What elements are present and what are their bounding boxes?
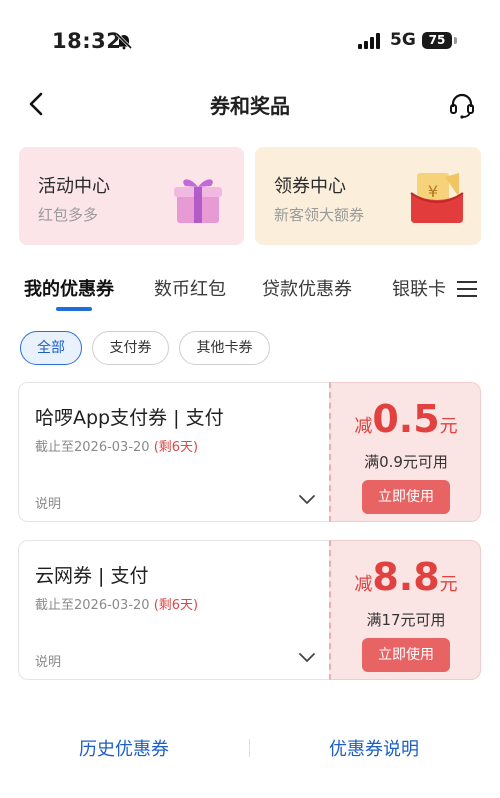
filter-all[interactable]: 全部	[20, 331, 82, 365]
coupon-amount-value: 8.8	[372, 555, 440, 599]
coupon-condition: 满0.9元可用	[364, 453, 448, 471]
activity-center-subtitle: 红包多多	[38, 206, 99, 224]
coupon-card: 云网券 | 支付 截止至2026-03-20 (剩6天) 说明 减8.8元 满1…	[18, 540, 481, 680]
svg-text:¥: ¥	[428, 182, 438, 201]
coupon-tabs: 我的优惠券 数币红包 贷款优惠券 银联卡	[0, 275, 500, 315]
footer-links: 历史优惠券 优惠券说明	[0, 725, 500, 769]
gift-icon	[174, 179, 222, 223]
red-envelope-icon: ¥	[410, 173, 464, 223]
coupon-amount-unit: 元	[439, 574, 458, 595]
coupon-center-card[interactable]: 领券中心 新客领大额券 ¥	[255, 147, 481, 245]
coupon-expiry-date: 截止至2026-03-20	[35, 598, 150, 613]
coupon-name: 哈啰App支付券 | 支付	[35, 407, 224, 429]
status-time: 18:32	[52, 29, 122, 53]
coupon-center-subtitle: 新客领大额券	[274, 206, 365, 224]
tab-digital-red-packets[interactable]: 数币红包	[154, 275, 226, 301]
customer-service-icon[interactable]	[448, 91, 476, 119]
status-bar: 18:32 5G 75	[0, 0, 500, 80]
history-coupons-link[interactable]: 历史优惠券	[24, 735, 224, 761]
footer-divider	[249, 739, 250, 757]
chevron-down-icon[interactable]	[298, 652, 316, 664]
coupon-remaining-days: (剩6天)	[153, 440, 199, 455]
page-title: 券和奖品	[210, 94, 290, 118]
battery-tip	[454, 37, 457, 44]
coupon-expiry: 截止至2026-03-20 (剩6天)	[35, 436, 198, 455]
activity-center-card[interactable]: 活动中心 红包多多	[19, 147, 244, 245]
tab-unionpay-card[interactable]: 银联卡	[392, 275, 446, 301]
coupon-info: 云网券 | 支付 截止至2026-03-20 (剩6天) 说明	[18, 540, 329, 680]
coupon-center-title: 领券中心	[274, 176, 346, 197]
activity-center-title: 活动中心	[38, 176, 110, 197]
chevron-down-icon[interactable]	[298, 494, 316, 506]
filter-payment-coupons[interactable]: 支付券	[92, 331, 169, 365]
use-now-button[interactable]: 立即使用	[362, 480, 450, 514]
coupon-discount-prefix: 减	[354, 574, 373, 595]
use-now-button[interactable]: 立即使用	[362, 638, 450, 672]
coupon-amount-value: 0.5	[372, 397, 440, 441]
filter-other-cards[interactable]: 其他卡券	[179, 331, 270, 365]
coupon-amount: 减8.8元	[331, 555, 481, 599]
coupon-value-panel: 减0.5元 满0.9元可用 立即使用	[329, 382, 481, 522]
active-tab-indicator	[56, 307, 92, 311]
nav-bar: 券和奖品	[0, 80, 500, 130]
battery-icon: 75	[422, 32, 452, 49]
coupon-explanation-link[interactable]: 优惠券说明	[274, 735, 474, 761]
menu-icon[interactable]	[456, 279, 478, 299]
coupon-remaining-days: (剩6天)	[153, 598, 199, 613]
signal-icon	[358, 33, 380, 49]
coupon-amount: 减0.5元	[331, 397, 481, 441]
bell-muted-icon	[115, 32, 133, 50]
coupon-description-label[interactable]: 说明	[35, 493, 61, 512]
coupon-condition: 满17元可用	[366, 611, 446, 629]
tab-my-coupons[interactable]: 我的优惠券	[24, 275, 114, 301]
coupon-amount-unit: 元	[439, 416, 458, 437]
coupon-name: 云网券 | 支付	[35, 565, 149, 587]
coupon-expiry-date: 截止至2026-03-20	[35, 440, 150, 455]
tab-loan-coupons[interactable]: 贷款优惠券	[262, 275, 352, 301]
coupon-expiry: 截止至2026-03-20 (剩6天)	[35, 594, 198, 613]
coupon-description-label[interactable]: 说明	[35, 651, 61, 670]
coupon-info: 哈啰App支付券 | 支付 截止至2026-03-20 (剩6天) 说明	[18, 382, 329, 522]
network-type: 5G	[390, 30, 416, 50]
coupon-discount-prefix: 减	[354, 416, 373, 437]
coupon-card: 哈啰App支付券 | 支付 截止至2026-03-20 (剩6天) 说明 减0.…	[18, 382, 481, 522]
coupon-value-panel: 减8.8元 满17元可用 立即使用	[329, 540, 481, 680]
